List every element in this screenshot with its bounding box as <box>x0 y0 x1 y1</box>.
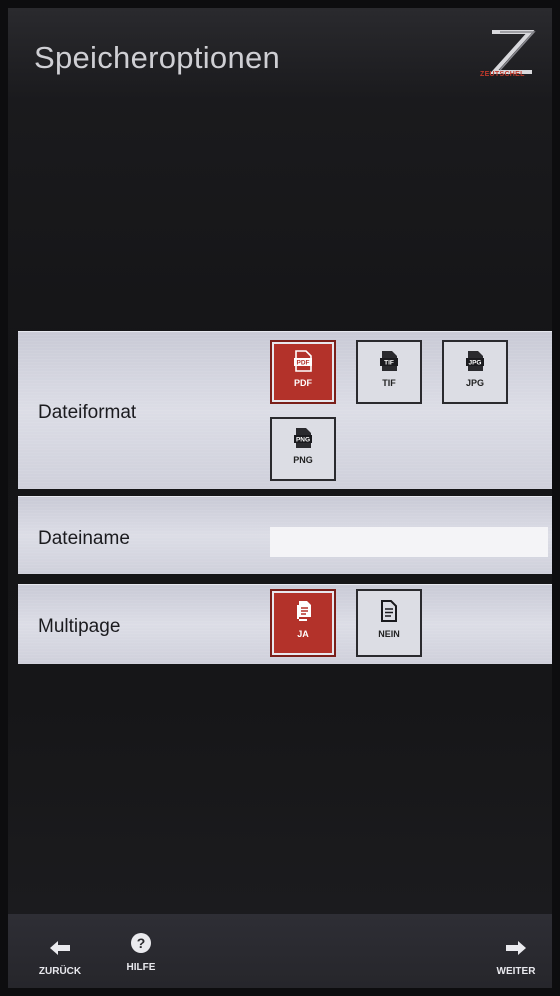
png-icon-text: PNG <box>296 437 310 444</box>
multipage-label: Multipage <box>38 616 121 637</box>
footer-bar: ZURÜCK ? HILFE WEITER <box>8 914 552 988</box>
format-option-label: PNG <box>293 455 313 465</box>
format-option-label: TIF <box>382 378 396 388</box>
multipage-option-label: JA <box>297 629 309 639</box>
multipage-row: Multipage JA NEIN <box>18 584 552 664</box>
pdf-file-icon: PDF <box>294 350 312 372</box>
device-screen: Speicheroptionen ZEUTSCHEL Dateiformat P… <box>8 8 552 988</box>
page-title: Speicheroptionen <box>34 40 281 75</box>
svg-text:?: ? <box>137 935 146 951</box>
next-button[interactable]: WEITER <box>486 914 546 988</box>
help-label: HILFE <box>126 962 156 973</box>
multipage-option-ja[interactable]: JA <box>270 589 336 657</box>
format-row: Dateiformat PDF PDF TIF TIF JPG JPG PNG … <box>18 331 552 489</box>
single-document-icon <box>381 600 397 622</box>
format-option-tif[interactable]: TIF TIF <box>356 340 422 404</box>
format-label: Dateiformat <box>38 402 137 423</box>
format-option-label: JPG <box>465 378 484 388</box>
next-label: WEITER <box>496 966 536 977</box>
brand-name: ZEUTSCHEL <box>480 71 525 78</box>
format-option-jpg[interactable]: JPG JPG <box>442 340 508 404</box>
tif-icon-text: TIF <box>384 360 394 367</box>
png-file-icon: PNG <box>294 428 312 448</box>
arrow-right-icon <box>506 941 526 955</box>
multipage-documents-icon <box>295 601 311 621</box>
format-option-pdf[interactable]: PDF PDF <box>270 340 336 404</box>
zeutschel-logo-icon <box>489 30 536 74</box>
arrow-left-icon <box>50 941 70 955</box>
back-label: ZURÜCK <box>38 966 82 977</box>
filename-row: Dateiname <box>18 496 552 574</box>
multipage-option-label: NEIN <box>378 629 400 639</box>
jpg-icon-text: JPG <box>468 360 481 367</box>
header-bar: Speicheroptionen ZEUTSCHEL <box>8 8 552 100</box>
filename-label: Dateiname <box>38 528 130 549</box>
help-question-icon: ? <box>131 933 151 953</box>
tif-file-icon: TIF <box>380 351 398 371</box>
filename-input[interactable] <box>270 527 548 557</box>
format-option-png[interactable]: PNG PNG <box>270 417 336 481</box>
format-option-label: PDF <box>294 378 312 388</box>
help-button[interactable]: ? HILFE <box>116 914 166 988</box>
jpg-file-icon: JPG <box>466 351 484 371</box>
multipage-option-nein[interactable]: NEIN <box>356 589 422 657</box>
pdf-icon-text: PDF <box>297 360 310 367</box>
back-button[interactable]: ZURÜCK <box>28 914 92 988</box>
